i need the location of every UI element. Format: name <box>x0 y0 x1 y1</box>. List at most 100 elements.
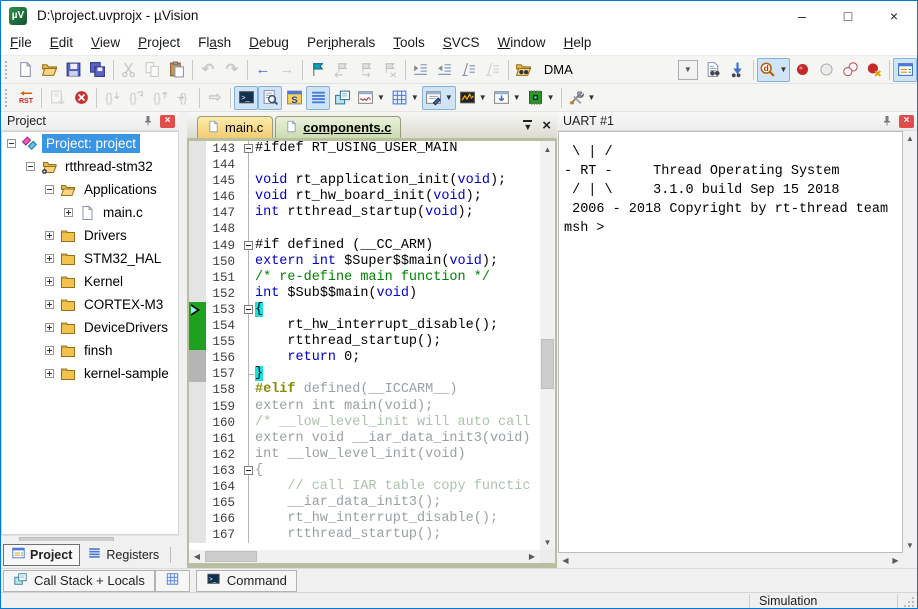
expand-icon[interactable] <box>45 231 54 240</box>
fold-gutter[interactable] <box>242 463 255 479</box>
code-line-163[interactable]: 163{ <box>189 463 540 479</box>
step-over-button[interactable]: {} <box>124 86 148 110</box>
editor-tab-main-c[interactable]: main.c <box>197 116 273 138</box>
uart-hscrollbar[interactable]: ◀ ▶ <box>558 553 903 567</box>
fold-gutter[interactable] <box>242 254 255 270</box>
menu-edit[interactable]: Edit <box>41 30 82 55</box>
dropdown-arrow-icon[interactable]: ▼ <box>445 93 453 102</box>
expand-icon[interactable] <box>45 277 54 286</box>
call-stack-locals-tab[interactable]: Call Stack + Locals <box>3 570 155 592</box>
maximize-button[interactable]: □ <box>825 1 871 30</box>
disassembly-window-button[interactable] <box>258 86 282 110</box>
trace-window-button[interactable]: ▼ <box>490 86 524 110</box>
redo-button[interactable]: ↷ <box>220 58 244 82</box>
bookmark-toggle-button[interactable] <box>306 58 330 82</box>
scroll-thumb[interactable] <box>541 339 554 389</box>
pin-icon[interactable] <box>879 114 895 129</box>
scroll-down-icon[interactable]: ▼ <box>903 539 917 552</box>
outdent-button[interactable] <box>433 58 457 82</box>
fold-gutter[interactable] <box>242 173 255 189</box>
editor-close-icon[interactable]: × <box>542 119 551 132</box>
code-line-145[interactable]: 145void rt_application_init(void); <box>189 173 540 189</box>
bookmark-next-button[interactable] <box>354 58 378 82</box>
code-line-150[interactable]: 150extern int $Super$$main(void); <box>189 254 540 270</box>
memory-window-tab[interactable] <box>155 570 190 592</box>
fold-collapse-icon[interactable] <box>244 144 253 153</box>
code-line-165[interactable]: 165 __iar_data_init3(); <box>189 495 540 511</box>
collapse-icon[interactable] <box>45 185 54 194</box>
toolbar-grip[interactable] <box>5 61 11 79</box>
fold-gutter[interactable] <box>242 238 255 254</box>
menu-view[interactable]: View <box>82 30 129 55</box>
uart-vscrollbar[interactable]: ▲ ▼ <box>903 131 917 553</box>
fold-gutter[interactable] <box>242 382 255 398</box>
editor-vscrollbar[interactable]: ▲ ▼ <box>540 141 555 550</box>
fold-gutter[interactable] <box>242 286 255 302</box>
dropdown-arrow-icon[interactable]: ▼ <box>513 93 521 102</box>
expand-icon[interactable] <box>45 369 54 378</box>
fold-gutter[interactable] <box>242 350 255 366</box>
code-line-162[interactable]: 162int __low_level_init(void) <box>189 447 540 463</box>
menu-project[interactable]: Project <box>129 30 189 55</box>
fold-gutter[interactable] <box>242 399 255 415</box>
scroll-right-icon[interactable]: ▶ <box>889 553 902 567</box>
menu-peripherals[interactable]: Peripherals <box>298 30 384 55</box>
code-line-160[interactable]: 160/* __low_level_init will auto call <box>189 415 540 431</box>
toolbar-grip[interactable] <box>5 89 11 107</box>
registers-window-button[interactable] <box>306 86 330 110</box>
tree-item-applications[interactable]: Applications <box>2 178 178 201</box>
tree-item-devicedrivers[interactable]: DeviceDrivers <box>2 316 178 339</box>
breakpoint-enable-disable-button[interactable] <box>814 58 838 82</box>
dropdown-arrow-icon[interactable]: ▼ <box>479 93 487 102</box>
fold-gutter[interactable] <box>242 366 255 382</box>
expand-icon[interactable] <box>45 323 54 332</box>
tree-item-main-c[interactable]: main.c <box>2 201 178 224</box>
scroll-up-icon[interactable]: ▲ <box>540 142 555 156</box>
copy-button[interactable] <box>141 58 165 82</box>
code-line-158[interactable]: 158#elif defined(__ICCARM__) <box>189 382 540 398</box>
bookmark-prev-button[interactable] <box>330 58 354 82</box>
panel-tab-registers[interactable]: Registers <box>80 544 166 566</box>
fold-gutter[interactable] <box>242 221 255 237</box>
editor-tab-components-c[interactable]: components.c <box>275 116 401 138</box>
scroll-thumb[interactable] <box>205 551 257 562</box>
cut-button[interactable] <box>117 58 141 82</box>
menu-tools[interactable]: Tools <box>384 30 434 55</box>
analysis-window-button[interactable]: ▼ <box>456 86 490 110</box>
expand-icon[interactable] <box>45 300 54 309</box>
code-line-157[interactable]: 157} <box>189 366 540 382</box>
resize-grip[interactable] <box>903 595 916 608</box>
command-window-tab[interactable]: >_Command <box>196 570 297 592</box>
dropdown-arrow-icon[interactable]: ▼ <box>588 93 596 102</box>
expand-icon[interactable] <box>64 208 73 217</box>
close-button[interactable]: × <box>871 1 917 30</box>
collapse-icon[interactable] <box>7 139 16 148</box>
code-area[interactable]: 143#ifdef RT_USING_USER_MAIN144145void r… <box>189 141 540 550</box>
show-next-statement-button[interactable]: ⇨ <box>203 86 227 110</box>
code-line-155[interactable]: 155 rtthread_startup(); <box>189 334 540 350</box>
fold-gutter[interactable] <box>242 479 255 495</box>
dropdown-arrow-icon[interactable]: ▼ <box>411 93 419 102</box>
code-line-143[interactable]: 143#ifdef RT_USING_USER_MAIN <box>189 141 540 157</box>
fold-gutter[interactable] <box>242 270 255 286</box>
fold-gutter[interactable] <box>242 431 255 447</box>
code-line-167[interactable]: 167 rtthread_startup(); <box>189 527 540 543</box>
incremental-find-button[interactable] <box>726 58 750 82</box>
tree-item-kernel-sample[interactable]: kernel-sample <box>2 362 178 385</box>
menu-help[interactable]: Help <box>555 30 601 55</box>
code-line-148[interactable]: 148 <box>189 221 540 237</box>
open-file-button[interactable] <box>38 58 62 82</box>
fold-gutter[interactable] <box>242 318 255 334</box>
breakpoint-insert-button[interactable] <box>790 58 814 82</box>
serial-window-button[interactable]: ▼ <box>422 86 456 110</box>
fold-gutter[interactable] <box>242 511 255 527</box>
system-viewer-button[interactable]: ▼ <box>524 86 558 110</box>
breakpoint-disable-all-button[interactable] <box>838 58 862 82</box>
call-stack-window-button[interactable] <box>330 86 354 110</box>
highlight-word-button[interactable]: d▼ <box>757 58 790 82</box>
menu-svcs[interactable]: SVCS <box>434 30 489 55</box>
navigate-forward-button[interactable]: → <box>275 58 299 82</box>
code-line-154[interactable]: 154 rt_hw_interrupt_disable(); <box>189 318 540 334</box>
menu-flash[interactable]: Flash <box>189 30 240 55</box>
save-all-button[interactable] <box>86 58 110 82</box>
